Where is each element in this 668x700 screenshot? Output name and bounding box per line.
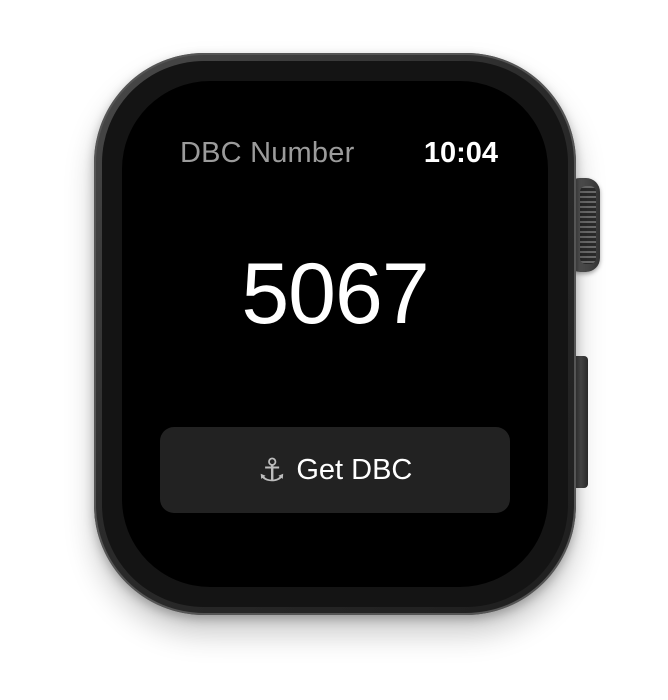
watch-case: DBC Number 10:04 5067 ⚓ Get DBC xyxy=(94,53,576,615)
simulator-stage: DBC Number 10:04 5067 ⚓ Get DBC xyxy=(0,0,668,700)
watch-bezel: DBC Number 10:04 5067 ⚓ Get DBC xyxy=(102,61,568,607)
anchor-icon: ⚓ xyxy=(257,451,287,489)
dbc-number-display: 5067 xyxy=(241,246,429,342)
crown-ridges xyxy=(580,186,596,264)
status-time: 10:04 xyxy=(423,137,498,169)
get-dbc-button[interactable]: ⚓ Get DBC xyxy=(160,427,510,513)
get-dbc-button-label: Get DBC xyxy=(296,453,413,486)
watch-screen: DBC Number 10:04 5067 ⚓ Get DBC xyxy=(122,81,548,587)
app-title: DBC Number xyxy=(180,137,355,169)
